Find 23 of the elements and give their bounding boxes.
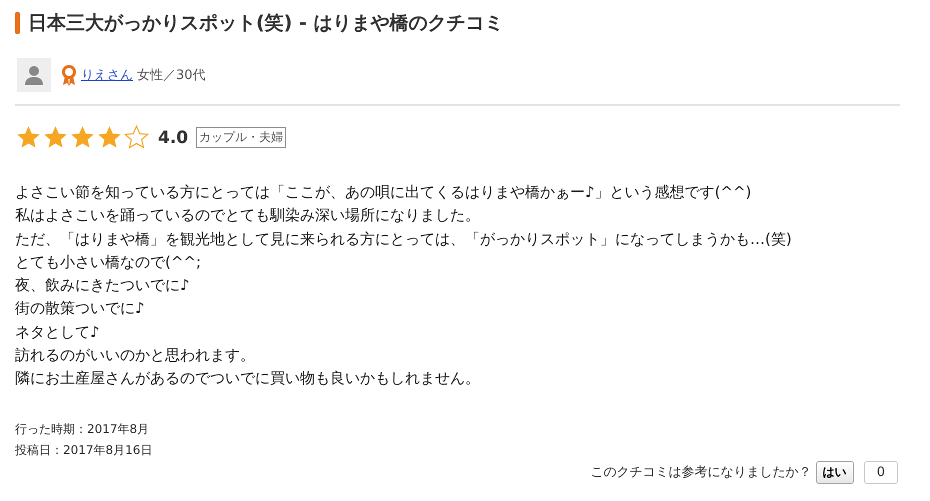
review-text-line: 私はよさこいを踊っているのでとても馴染み深い場所になりました。	[15, 205, 481, 226]
yes-button[interactable]: はい	[816, 460, 854, 484]
helpful-count: 0	[864, 460, 898, 484]
visit-date: 行った時期：2017年8月	[15, 420, 150, 438]
post-date: 投稿日：2017年8月16日	[15, 442, 154, 459]
review-text-line: 街の散策ついでに♪	[15, 298, 146, 320]
review-text-line: とても小さい橋なので(^^;	[15, 252, 202, 273]
companion-tag: カップル・夫婦	[196, 127, 286, 148]
review-title: 日本三大がっかりスポット(笑) - はりまや橋のクチコミ	[28, 11, 504, 36]
star-icon	[123, 124, 150, 151]
badge-icon	[61, 64, 77, 86]
helpful-question: このクチコミは参考になりましたか？	[590, 464, 812, 482]
title-accent-bar	[15, 12, 20, 34]
review-text-line: 夜、飲みにきたついでに♪	[15, 275, 191, 296]
review-text-line: 隣にお土産屋さんがあるのでついでに買い物も良いかもしれません。	[15, 368, 481, 390]
avatar-icon	[17, 58, 51, 92]
reviewer-name-link[interactable]: りえさん	[81, 66, 133, 84]
review-text-line: ただ、「はりまや橋」を観光地として見に来られる方にとっては、「がっかりスポット」になってしまうかも…(笑)	[15, 228, 793, 250]
review-text-line: 訪れるのがいいのかと思われます。	[15, 345, 256, 366]
rating-score: 4.0	[158, 128, 188, 148]
reviewer-profile: 女性／30代	[137, 67, 206, 84]
review-text-line: ネタとして♪	[15, 322, 101, 343]
review-text-line: よさこい節を知っている方にとっては「ここが、あの唄に出てくるはりまや橋かぁー♪」という感想です(^^)	[15, 182, 752, 203]
